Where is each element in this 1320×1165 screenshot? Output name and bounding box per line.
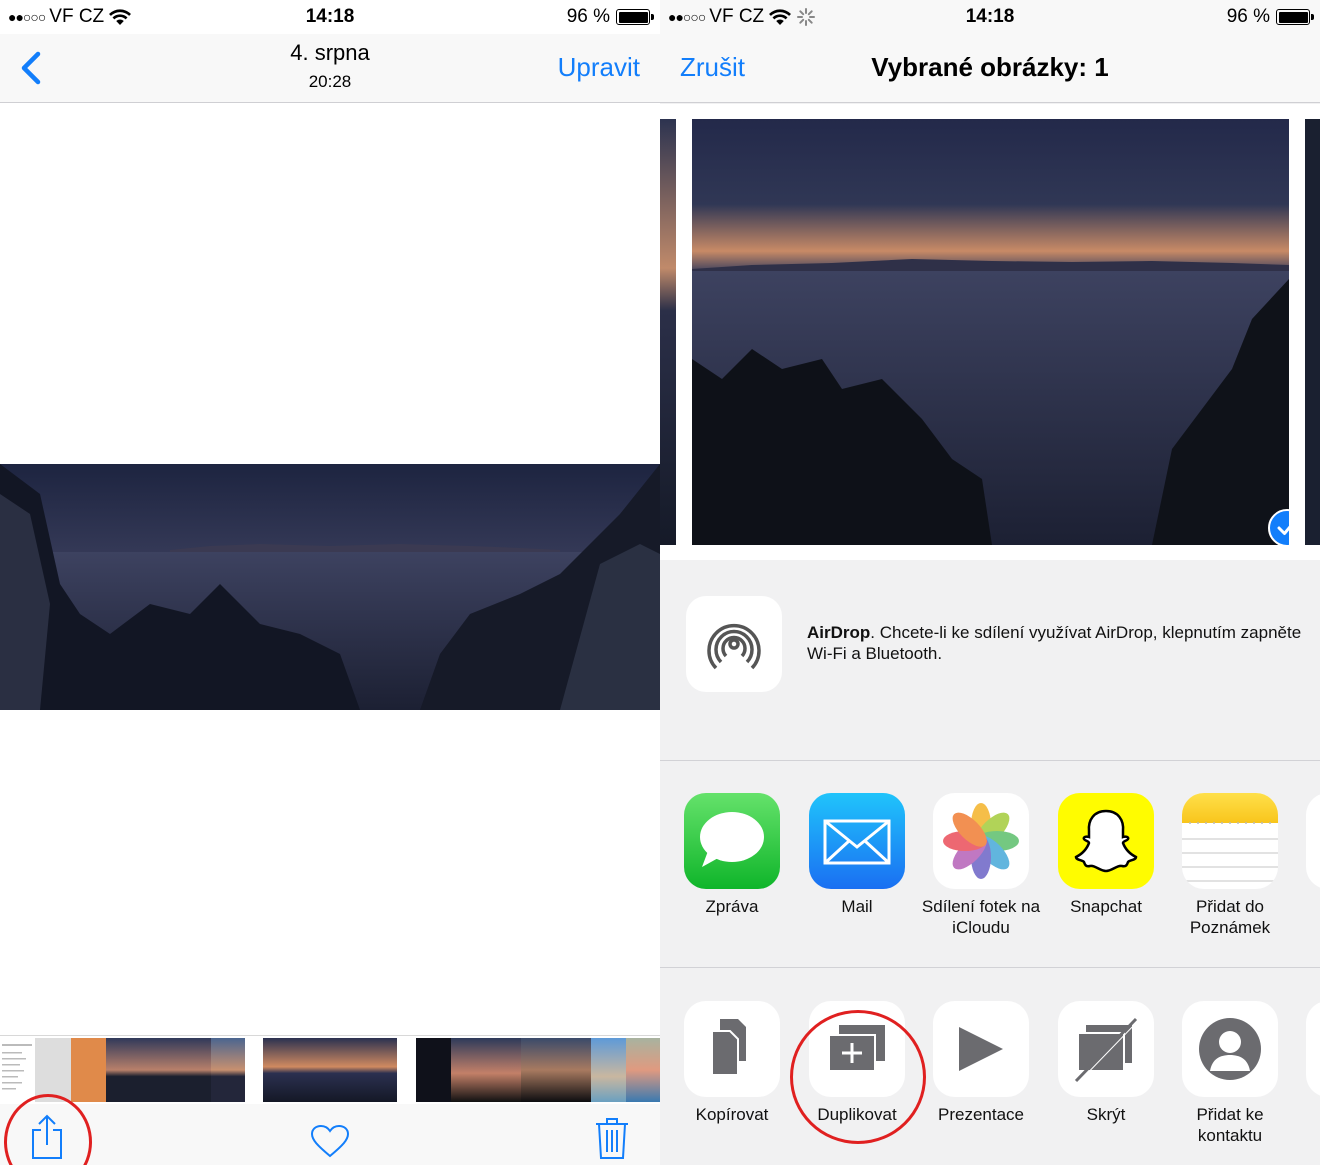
share-app-messages[interactable]: Zpráva [670, 793, 794, 917]
mail-icon [809, 793, 905, 889]
action-label: Přidat ke kontaktu [1196, 1105, 1264, 1145]
action-add-to-contact[interactable]: Přidat ke kontaktu [1168, 1001, 1292, 1146]
filmstrip-thumb[interactable] [591, 1038, 626, 1102]
notes-icon [1182, 793, 1278, 889]
filmstrip-thumb[interactable] [626, 1038, 660, 1102]
share-app-notes[interactable]: Přidat do Poznámek [1168, 793, 1292, 938]
action-label: P [1292, 1104, 1320, 1125]
share-app-mail[interactable]: Mail [795, 793, 919, 917]
share-button[interactable] [28, 1114, 66, 1160]
battery-icon [616, 9, 654, 25]
action-label: Prezentace [938, 1105, 1024, 1124]
action-partial[interactable]: P [1292, 1001, 1320, 1125]
filmstrip-thumb[interactable] [176, 1038, 211, 1102]
favorite-button[interactable] [310, 1124, 350, 1158]
airdrop-name: AirDrop [807, 623, 871, 642]
photo-filmstrip[interactable] [0, 1035, 660, 1103]
delete-button[interactable] [595, 1116, 629, 1160]
battery-icon [1276, 9, 1314, 25]
action-duplicate[interactable]: Duplikovat [795, 1001, 919, 1125]
prev-photo-thumb[interactable] [660, 119, 676, 545]
filmstrip-thumb[interactable] [451, 1038, 486, 1102]
filmstrip-thumb[interactable] [211, 1038, 245, 1102]
selected-photos-carousel[interactable] [660, 104, 1320, 560]
hide-icon [1058, 1001, 1154, 1097]
battery-percent: 96 % [1226, 6, 1270, 27]
snapchat-icon [1058, 793, 1154, 889]
share-actions-row: Kopírovat Duplikovat Prezentace Skrýt Př… [660, 969, 1320, 1165]
play-icon [933, 1001, 1029, 1097]
filmstrip-thumb[interactable] [141, 1038, 176, 1102]
filmstrip-thumb[interactable] [416, 1038, 451, 1102]
share-apps-row: Zpráva Mail Sdílení fotek na iCloudu Sna… [660, 761, 1320, 968]
app-label: Snapchat [1070, 897, 1142, 916]
copy-icon [684, 1001, 780, 1097]
filmstrip-thumb[interactable] [521, 1038, 556, 1102]
app-label: M [1292, 896, 1320, 917]
battery-percent: 96 % [566, 6, 610, 27]
battery-indicator: 96 % [566, 6, 654, 28]
filmstrip-thumb[interactable] [556, 1038, 591, 1102]
bottom-toolbar [0, 1104, 660, 1165]
clock: 14:18 [965, 6, 1015, 27]
airdrop-section[interactable]: AirDrop. Chcete-li ke sdílení využívat A… [660, 560, 1320, 761]
navigation-bar: Zrušit Vybrané obrázky: 1 [660, 34, 1320, 103]
trash-icon [596, 1118, 628, 1159]
action-label: Duplikovat [817, 1105, 897, 1124]
share-icon [32, 1114, 62, 1159]
action-hide[interactable]: Skrýt [1044, 1001, 1168, 1125]
navigation-bar: 4. srpna 20:28 Upravit [0, 34, 660, 103]
share-app-snapchat[interactable]: Snapchat [1044, 793, 1168, 917]
status-bar: ●●○○○ VF CZ 14:18 96 % [0, 0, 660, 34]
action-label: Kopírovat [695, 1105, 769, 1124]
heart-icon [310, 1124, 350, 1158]
share-app-icloud-photos[interactable]: Sdílení fotek na iCloudu [919, 793, 1043, 938]
contact-icon [1182, 1001, 1278, 1097]
filmstrip-thumb[interactable] [486, 1038, 521, 1102]
page-title: Vybrané obrázky: 1 [871, 52, 1109, 82]
app-label: Přidat do Poznámek [1189, 897, 1271, 937]
edit-button[interactable]: Upravit [558, 52, 640, 83]
battery-indicator: 96 % [1226, 6, 1314, 28]
airdrop-message: AirDrop. Chcete-li ke sdílení využívat A… [807, 622, 1307, 664]
action-label: Skrýt [1086, 1105, 1126, 1124]
clock: 14:18 [305, 6, 355, 27]
share-sheet-screen: ●●○○○ VF CZ 14:18 96 % Zrušit Vybrané ob… [660, 0, 1320, 1165]
filmstrip-thumb[interactable] [71, 1038, 106, 1102]
filmstrip-thumb[interactable] [0, 1038, 36, 1102]
selected-checkmark-icon[interactable] [1268, 509, 1289, 545]
app-label: Sdílení fotek na iCloudu [921, 897, 1041, 937]
app-label: Zpráva [705, 897, 759, 916]
next-photo-thumb[interactable] [1305, 119, 1320, 545]
photo-viewer-screen: ●●○○○ VF CZ 14:18 96 % 4. srpna 20:28 Up… [0, 0, 660, 1165]
partial-icon [1306, 793, 1320, 889]
photos-icon [933, 793, 1029, 889]
action-copy[interactable]: Kopírovat [670, 1001, 794, 1125]
airdrop-icon [686, 596, 782, 692]
app-label: Mail [841, 897, 873, 916]
messages-icon [684, 793, 780, 889]
action-slideshow[interactable]: Prezentace [919, 1001, 1043, 1125]
partial-icon [1306, 1001, 1320, 1097]
panorama-photo[interactable] [0, 464, 660, 710]
filmstrip-thumb[interactable] [36, 1038, 71, 1102]
filmstrip-current-thumb[interactable] [263, 1038, 397, 1102]
filmstrip-thumb[interactable] [106, 1038, 141, 1102]
share-app-partial[interactable]: M [1292, 793, 1320, 917]
selected-photo[interactable] [692, 119, 1289, 545]
duplicate-icon [809, 1001, 905, 1097]
airdrop-hint: . Chcete-li ke sdílení využívat AirDrop,… [807, 623, 1302, 663]
status-bar: ●●○○○ VF CZ 14:18 96 % [660, 0, 1320, 34]
